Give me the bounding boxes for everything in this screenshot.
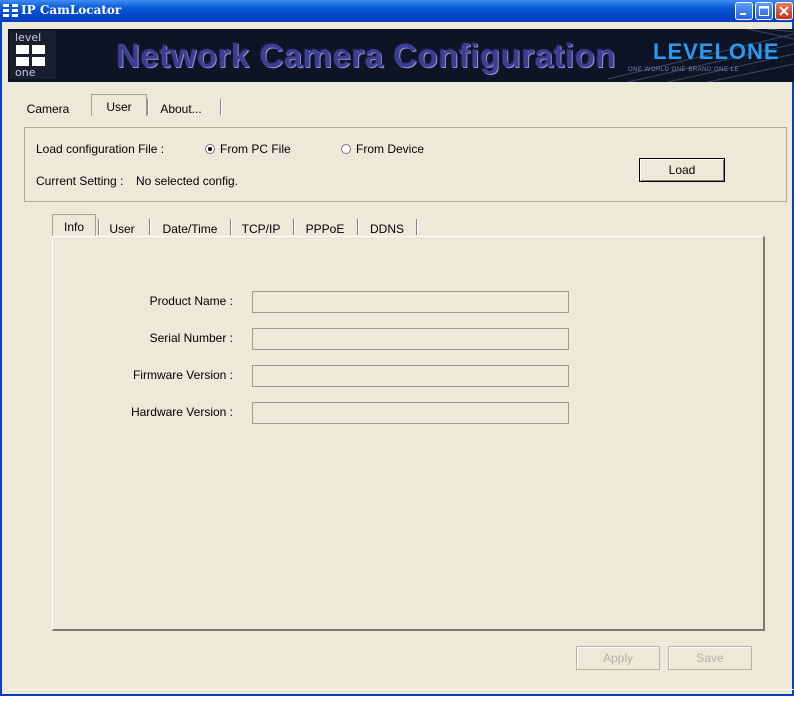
current-setting-value: No selected config. [136, 174, 239, 188]
minimize-icon [740, 13, 746, 15]
tab-about[interactable]: About... [151, 97, 211, 119]
apply-button[interactable]: Apply [576, 646, 660, 670]
tab-divider [98, 219, 100, 235]
tab-info[interactable]: Info [52, 214, 96, 236]
tab-divider [220, 99, 222, 115]
from-device-label[interactable]: From Device [356, 142, 424, 156]
load-config-label: Load configuration File : [36, 142, 165, 156]
bottom-divider [8, 689, 794, 690]
app-icon [3, 4, 18, 17]
radio-from-device[interactable] [341, 144, 351, 154]
header-banner: level one Network Camera Configuration L… [8, 29, 794, 82]
current-setting-label: Current Setting : [36, 174, 124, 188]
load-config-frame: Load configuration File : From PC File F… [24, 127, 787, 202]
banner-heading: Network Camera Configuration [116, 37, 616, 74]
save-button[interactable]: Save [668, 646, 752, 670]
window-title: IP CamLocator [21, 3, 122, 17]
load-button[interactable]: Load [639, 158, 725, 182]
logo-text-one: one [15, 66, 36, 79]
app-window: IP CamLocator level one Network Camera C… [0, 0, 794, 696]
info-panel: Product Name : Serial Number : Firmware … [52, 236, 765, 631]
firmware-version-field[interactable] [252, 365, 569, 387]
radio-from-pc-file[interactable] [205, 144, 215, 154]
tab-divider [147, 99, 149, 115]
maximize-button[interactable] [755, 2, 773, 20]
tab-camera[interactable]: Camera [18, 97, 78, 119]
tab-tcp-ip[interactable]: TCP/IP [237, 217, 285, 239]
brand-tagline: ONE WORLD ONE BRAND ONE LE [628, 67, 740, 73]
title-bar[interactable]: IP CamLocator [0, 0, 794, 22]
tab-user[interactable]: User [91, 94, 147, 116]
product-name-label: Product Name : [149, 294, 233, 308]
hardware-version-field[interactable] [252, 402, 569, 424]
tab-ddns[interactable]: DDNS [365, 217, 409, 239]
tab-divider [416, 219, 418, 235]
product-name-field[interactable] [252, 291, 569, 313]
logo-text-level: level [15, 31, 42, 44]
minimize-button[interactable] [735, 2, 753, 20]
tab-date-time[interactable]: Date/Time [155, 217, 225, 239]
firmware-version-label: Firmware Version : [132, 368, 233, 382]
tab-divider [230, 219, 232, 235]
tab-divider [149, 219, 151, 235]
levelone-logo: level one [10, 31, 56, 79]
hardware-version-label: Hardware Version : [130, 405, 233, 419]
close-button[interactable] [775, 2, 793, 20]
maximize-icon [759, 6, 769, 16]
serial-number-label: Serial Number : [149, 331, 233, 345]
tab-user-settings[interactable]: User [102, 217, 142, 239]
brand-logo-text: LEVELONE [653, 39, 780, 64]
serial-number-field[interactable] [252, 328, 569, 350]
from-pc-file-label[interactable]: From PC File [220, 142, 291, 156]
tab-divider [293, 219, 295, 235]
tab-pppoe[interactable]: PPPoE [301, 217, 349, 239]
close-icon [779, 6, 789, 16]
tab-divider [357, 219, 359, 235]
